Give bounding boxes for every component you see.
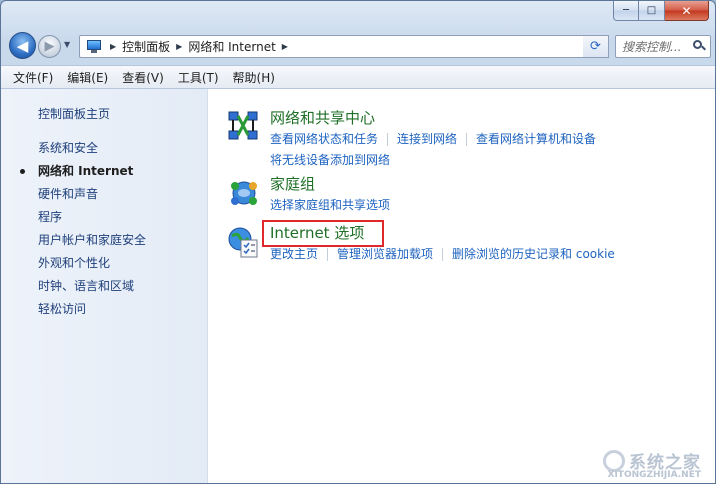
sidebar-item-appearance[interactable]: 外观和个性化 [1, 252, 207, 275]
search-icon[interactable] [693, 40, 706, 52]
navigation-row: ◀ ▶ ▼ ▶ 控制面板 ▶ 网络和 Internet ▶ ▼ ⟳ [7, 31, 711, 61]
back-button[interactable]: ◀ [9, 32, 36, 59]
divider [387, 133, 389, 146]
search-input[interactable] [622, 39, 692, 54]
sidebar-item-control-panel-home[interactable]: 控制面板主页 [1, 103, 207, 126]
link-change-homepage[interactable]: 更改主页 [270, 247, 318, 261]
control-panel-window: ─ □ ✕ ◀ ▶ ▼ ▶ 控制面板 ▶ 网络和 Internet ▶ ▼ ⟳ … [0, 0, 716, 484]
search-box[interactable] [615, 35, 711, 58]
sidebar-item-network-internet: 网络和 Internet [1, 160, 207, 183]
control-panel-icon [86, 39, 104, 55]
sidebar: 控制面板主页 系统和安全 网络和 Internet 硬件和声音 程序 用户帐户和… [1, 89, 208, 483]
minimize-button[interactable]: ─ [613, 1, 639, 21]
content-area: 控制面板主页 系统和安全 网络和 Internet 硬件和声音 程序 用户帐户和… [1, 89, 715, 483]
sidebar-item-ease-of-access[interactable]: 轻松访问 [1, 298, 207, 321]
sidebar-item-user-accounts[interactable]: 用户帐户和家庭安全 [1, 229, 207, 252]
link-view-network-computers[interactable]: 查看网络计算机和设备 [476, 132, 596, 146]
divider [442, 248, 444, 261]
breadcrumb-control-panel[interactable]: 控制面板 [122, 38, 170, 55]
category-links: 更改主页 管理浏览器加载项 删除浏览的历史记录和 cookie [270, 245, 615, 262]
category-links: 查看网络状态和任务 连接到网络 查看网络计算机和设备 [270, 130, 596, 147]
link-view-network-status[interactable]: 查看网络状态和任务 [270, 132, 378, 146]
sidebar-item-hardware-sound[interactable]: 硬件和声音 [1, 183, 207, 206]
watermark-logo-icon [603, 449, 625, 472]
main-panel: 网络和共享中心 查看网络状态和任务 连接到网络 查看网络计算机和设备 将无线设备添加… [208, 89, 715, 483]
menu-file[interactable]: 文件(F) [13, 69, 53, 86]
menu-view[interactable]: 查看(V) [122, 69, 164, 86]
divider [327, 248, 329, 261]
maximize-button[interactable]: □ [639, 1, 665, 21]
link-add-wireless-device[interactable]: 将无线设备添加到网络 [270, 153, 390, 167]
network-center-icon[interactable] [226, 109, 262, 145]
category-title[interactable]: Internet 选项 [270, 222, 364, 243]
category-title[interactable]: 网络和共享中心 [270, 107, 375, 128]
category-links: 将无线设备添加到网络 [270, 151, 390, 168]
menu-tools[interactable]: 工具(T) [178, 69, 219, 86]
close-button[interactable]: ✕ [665, 1, 709, 21]
breadcrumb-network-internet[interactable]: 网络和 Internet [188, 38, 275, 55]
link-connect-to-network[interactable]: 连接到网络 [397, 132, 457, 146]
link-homegroup-sharing-options[interactable]: 选择家庭组和共享选项 [270, 198, 390, 212]
sidebar-item-programs[interactable]: 程序 [1, 206, 207, 229]
category-links: 选择家庭组和共享选项 [270, 196, 390, 213]
link-manage-addons[interactable]: 管理浏览器加载项 [337, 247, 433, 261]
sidebar-item-clock-language-region[interactable]: 时钟、语言和区域 [1, 275, 207, 298]
caption-buttons: ─ □ ✕ [613, 1, 709, 21]
menu-edit[interactable]: 编辑(E) [67, 69, 108, 86]
watermark: 系统之家 XITONGZHIJIA.NET [603, 448, 701, 480]
menu-bar: 文件(F) 编辑(E) 查看(V) 工具(T) 帮助(H) [1, 65, 715, 89]
breadcrumb-separator-icon[interactable]: ▶ [282, 42, 288, 51]
sidebar-item-system-security[interactable]: 系统和安全 [1, 137, 207, 160]
divider [466, 133, 468, 146]
watermark-url: XITONGZHIJIA.NET [607, 470, 701, 480]
link-delete-browsing-history[interactable]: 删除浏览的历史记录和 cookie [452, 247, 615, 261]
address-bar[interactable]: ▶ 控制面板 ▶ 网络和 Internet ▶ ▼ [79, 35, 603, 58]
homegroup-icon[interactable] [226, 175, 262, 211]
category-title[interactable]: 家庭组 [270, 173, 315, 194]
forward-button[interactable]: ▶ [38, 35, 61, 58]
breadcrumb-separator-icon[interactable]: ▶ [176, 42, 182, 51]
menu-help[interactable]: 帮助(H) [233, 69, 275, 86]
internet-options-icon[interactable] [226, 224, 262, 260]
recent-pages-dropdown-icon[interactable]: ▼ [64, 40, 70, 49]
breadcrumb-separator-icon[interactable]: ▶ [110, 42, 116, 51]
refresh-button[interactable]: ⟳ [583, 35, 609, 58]
